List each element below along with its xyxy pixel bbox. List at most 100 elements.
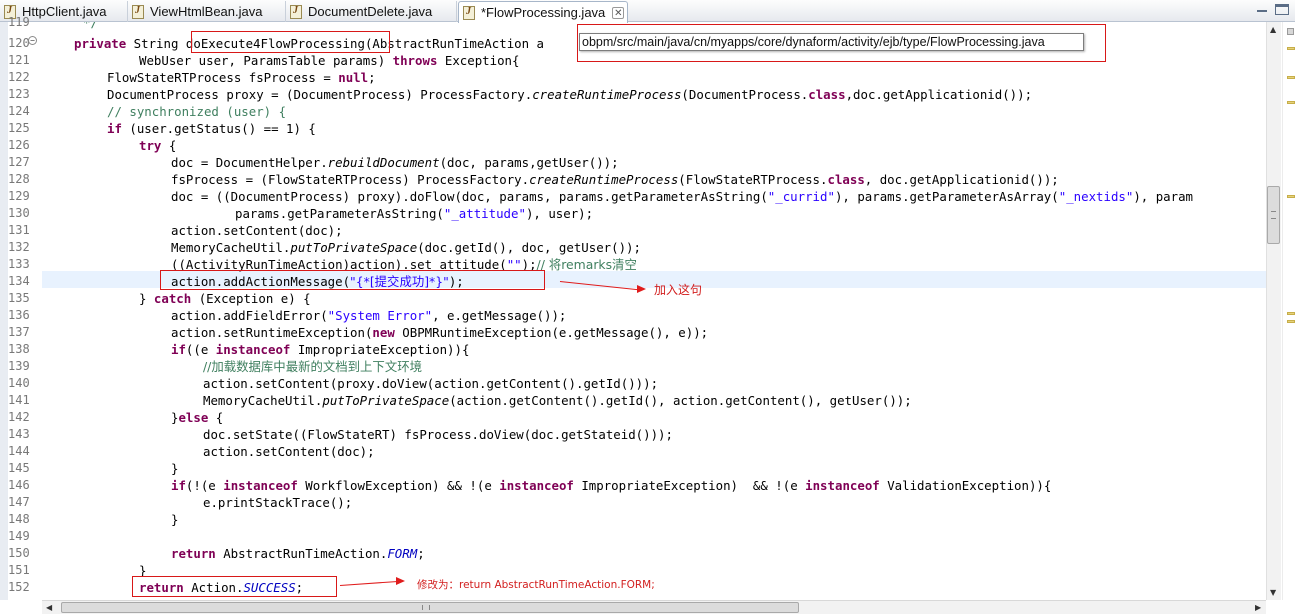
scroll-left-arrow-icon[interactable]: ◀: [46, 603, 52, 612]
overview-ruler: [1282, 22, 1295, 600]
line-number: 123: [8, 87, 30, 101]
code-line-148: }: [171, 512, 179, 527]
file-path-tooltip: obpm/src/main/java/cn/myapps/core/dynafo…: [579, 33, 1084, 51]
line-number: 144: [8, 444, 30, 458]
line-number: 119: [8, 15, 30, 29]
line-number: 142: [8, 410, 30, 424]
arrow-head-icon: [396, 577, 405, 585]
line-number: 128: [8, 172, 30, 186]
tab-viewhtmlbean[interactable]: ViewHtmlBean.java: [128, 1, 286, 22]
code-line-140: action.setContent(proxy.doView(action.ge…: [203, 376, 659, 391]
code-line-130: params.getParameterAsString("_attitude")…: [235, 206, 594, 221]
line-number: 129: [8, 189, 30, 203]
line-number: 121: [8, 53, 30, 67]
tab-label: DocumentDelete.java: [308, 4, 433, 19]
line-number: 146: [8, 478, 30, 492]
line-number: 125: [8, 121, 30, 135]
overview-marker[interactable]: [1287, 101, 1295, 104]
code-line-131: action.setContent(doc);: [171, 223, 343, 238]
code-line-125: if (user.getStatus() == 1) {: [107, 121, 316, 136]
tab-documentdelete[interactable]: DocumentDelete.java: [286, 1, 457, 22]
line-number: 127: [8, 155, 30, 169]
line-number: 130: [8, 206, 30, 220]
line-number: 126: [8, 138, 30, 152]
vertical-scroll-thumb[interactable]: [1267, 186, 1280, 244]
line-number-ruler: 119 120 121 122 123 124 125 126 127 128 …: [8, 15, 38, 600]
code-line-119: */: [83, 22, 98, 30]
line-number: 143: [8, 427, 30, 441]
code-editor[interactable]: */ private String doExecute4FlowProcessi…: [42, 22, 1266, 600]
maximize-icon[interactable]: [1275, 4, 1289, 15]
line-number: 145: [8, 461, 30, 475]
code-line-126: try {: [139, 138, 177, 153]
code-line-146: if(!(e instanceof WorkflowException) && …: [171, 478, 1052, 493]
line-number: 151: [8, 563, 30, 577]
method-name-highlight-box: [191, 31, 390, 53]
overview-marker[interactable]: [1287, 195, 1295, 198]
code-line-150: return AbstractRunTimeAction.FORM;: [171, 546, 425, 561]
editor-annotation-strip: [0, 22, 8, 600]
line-number: 132: [8, 240, 30, 254]
line-number: 134: [8, 274, 30, 288]
line-number: 149: [8, 529, 30, 543]
line-number: 136: [8, 308, 30, 322]
code-line-132: MemoryCacheUtil.putToPrivateSpace(doc.ge…: [171, 240, 641, 255]
line-number: 141: [8, 393, 30, 407]
line-number: 135: [8, 291, 30, 305]
code-line-122: FlowStateRTProcess fsProcess = null;: [107, 70, 376, 85]
code-line-137: action.setRuntimeException(new OBPMRunti…: [171, 325, 709, 340]
line-number: 150: [8, 546, 30, 560]
line-number: 148: [8, 512, 30, 526]
code-line-128: fsProcess = (FlowStateRTProcess) Process…: [171, 172, 1059, 187]
line-number: 138: [8, 342, 30, 356]
overview-marker[interactable]: [1287, 312, 1295, 315]
tab-label: *FlowProcessing.java: [481, 5, 606, 20]
overview-marker[interactable]: [1287, 320, 1295, 323]
java-file-icon: [132, 4, 144, 19]
close-tab-icon[interactable]: ✕: [612, 6, 625, 19]
overview-marker[interactable]: [1287, 76, 1295, 79]
overview-status-icon: [1287, 28, 1294, 35]
line-number: 133: [8, 257, 30, 271]
code-line-144: action.setContent(doc);: [203, 444, 375, 459]
arrow-head-icon: [637, 285, 646, 293]
java-file-icon: [290, 4, 302, 19]
added-line-highlight-box: [160, 270, 545, 290]
code-line-143: doc.setState((FlowStateRT) fsProcess.doV…: [203, 427, 673, 442]
code-line-129: doc = ((DocumentProcess) proxy).doFlow(d…: [171, 189, 1194, 204]
code-line-124: // synchronized (user) {: [107, 104, 287, 119]
line-number: 139: [8, 359, 30, 373]
line-number: 140: [8, 376, 30, 390]
overview-marker[interactable]: [1287, 47, 1295, 50]
line-number: 152: [8, 580, 30, 594]
tab-label: ViewHtmlBean.java: [150, 4, 263, 19]
editor-tab-bar: HttpClient.java ViewHtmlBean.java Docume…: [0, 0, 1295, 23]
line-number: 147: [8, 495, 30, 509]
code-line-145: }: [171, 461, 179, 476]
code-line-135: } catch (Exception e) {: [139, 291, 311, 306]
line-number: 137: [8, 325, 30, 339]
line-number: 122: [8, 70, 30, 84]
code-line-142: }else {: [171, 410, 224, 425]
scroll-down-arrow-icon[interactable]: ▼: [1270, 588, 1276, 597]
modified-line-highlight-box: [132, 576, 337, 597]
code-line-141: MemoryCacheUtil.putToPrivateSpace(action…: [203, 393, 912, 408]
horizontal-scroll-thumb[interactable]: [61, 602, 799, 613]
code-line-147: e.printStackTrace();: [203, 495, 353, 510]
tab-flowprocessing[interactable]: *FlowProcessing.java ✕: [458, 1, 628, 23]
vertical-scrollbar[interactable]: [1266, 22, 1281, 600]
code-line-139: //加载数据库中最新的文档到上下文环境: [203, 359, 422, 374]
code-line-121: WebUser user, ParamsTable params) throws…: [139, 53, 520, 68]
scroll-up-arrow-icon[interactable]: ▲: [1270, 25, 1276, 34]
line-number: 131: [8, 223, 30, 237]
code-line-123: DocumentProcess proxy = (DocumentProcess…: [107, 87, 1033, 102]
java-file-icon: [463, 5, 475, 20]
code-line-138: if((e instanceof ImpropriateException)){: [171, 342, 470, 357]
annotation-add-line: 加入这句: [654, 283, 703, 297]
annotation-change-to: 修改为：return AbstractRunTimeAction.FORM;: [417, 579, 655, 591]
code-line-127: doc = DocumentHelper.rebuildDocument(doc…: [171, 155, 619, 170]
line-number: 124: [8, 104, 30, 118]
fold-collapse-icon[interactable]: −: [28, 36, 37, 45]
minimize-icon[interactable]: [1255, 4, 1269, 16]
scroll-right-arrow-icon[interactable]: ▶: [1255, 603, 1261, 612]
